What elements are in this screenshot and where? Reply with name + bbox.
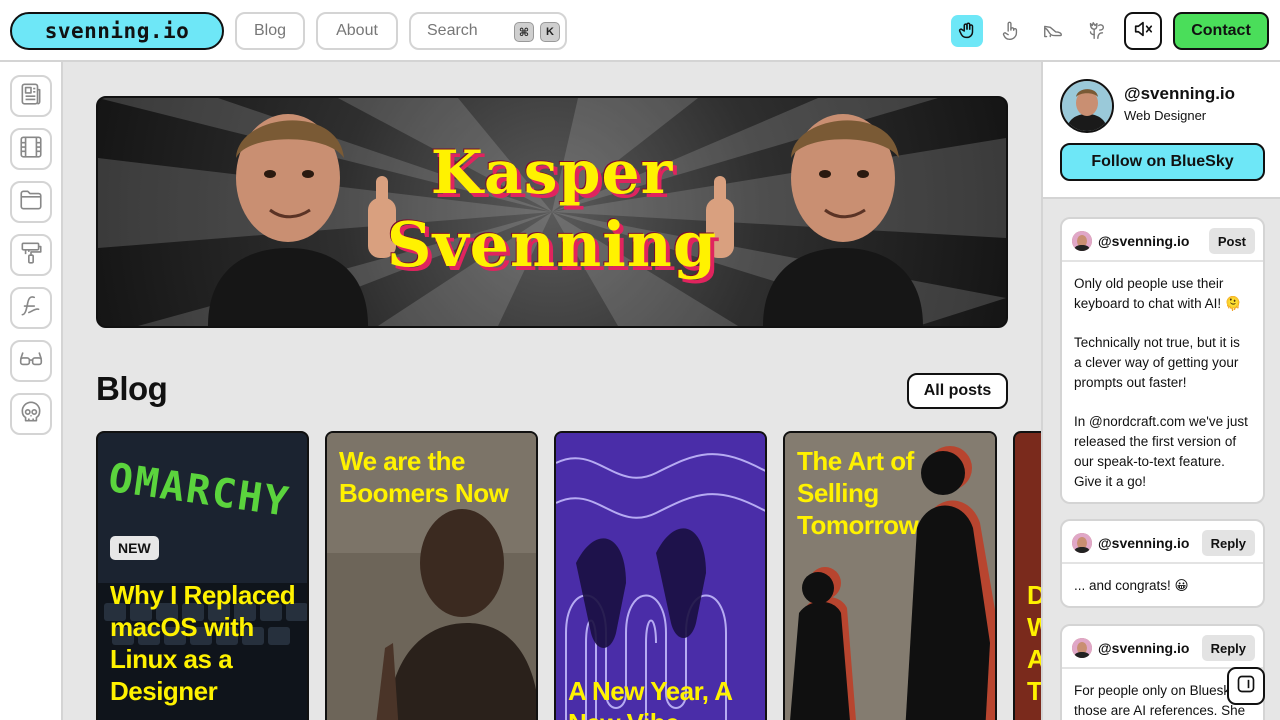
avatar — [1072, 638, 1092, 658]
blog-card[interactable]: D W A T — [1013, 431, 1041, 720]
speaker-muted-icon — [1132, 18, 1154, 45]
post-text: Only old people use their keyboard to ch… — [1062, 262, 1263, 502]
mute-button[interactable] — [1124, 12, 1162, 50]
blog-card[interactable]: We are the Boomers Now — [325, 431, 538, 720]
card-title: A New Year, A New Vibe — [568, 676, 732, 720]
post-header: @svenning.io Post — [1062, 219, 1263, 262]
newspaper-icon — [18, 81, 44, 112]
post-type-badge: Reply — [1201, 635, 1255, 661]
post-header: @svenning.io Reply — [1062, 626, 1263, 669]
sidebar-item-projects[interactable] — [10, 181, 52, 223]
blog-card[interactable]: A New Year, A New Vibe — [554, 431, 767, 720]
sidebar-item-writing[interactable] — [10, 287, 52, 329]
hero-banner: Kasper Svenning — [96, 96, 1008, 328]
glasses-icon — [18, 346, 44, 377]
post-paragraph: In @nordcraft.com we've just released th… — [1074, 414, 1248, 489]
sidebar-item-fun[interactable] — [10, 393, 52, 435]
all-posts-button[interactable]: All posts — [907, 373, 1008, 409]
shortcut-cmd-key: ⌘ — [514, 22, 534, 42]
post-paragraph: ... and congrats! 😀 — [1074, 578, 1189, 593]
card-title: The Art of Selling Tomorrow — [797, 446, 919, 540]
profile-header: @svenning.io Web Designer Follow on Blue… — [1043, 62, 1280, 199]
social-panel: @svenning.io Web Designer Follow on Blue… — [1041, 62, 1280, 720]
avatar — [1060, 79, 1114, 133]
social-post[interactable]: @svenning.io Reply ... and congrats! 😀 — [1060, 519, 1265, 608]
banner-title-line2: Svenning — [386, 208, 718, 281]
pointing-hand-icon[interactable] — [994, 15, 1026, 47]
avatar — [1072, 231, 1092, 251]
blog-section-title: Blog — [96, 370, 168, 407]
card-title: Why I Replaced macOS with Linux as a Des… — [110, 580, 296, 706]
blog-card[interactable]: The Art of Selling Tomorrow — [783, 431, 997, 720]
card-title: D W A T — [1027, 580, 1041, 706]
folder-icon — [18, 187, 44, 218]
social-post[interactable]: @svenning.io Post Only old people use th… — [1060, 217, 1265, 504]
nav-about-link[interactable]: About — [316, 12, 398, 50]
post-author[interactable]: @svenning.io — [1098, 535, 1189, 551]
new-badge: NEW — [110, 536, 159, 560]
post-paragraph: Technically not true, but it is a clever… — [1074, 335, 1240, 390]
panel-toggle-button[interactable] — [1227, 667, 1265, 705]
tulip-icon[interactable] — [1080, 15, 1112, 47]
profile-handle: @svenning.io — [1124, 84, 1236, 103]
follow-bluesky-button[interactable]: Follow on BlueSky — [1060, 143, 1265, 181]
post-text: ... and congrats! 😀 — [1062, 564, 1263, 606]
post-paragraph: For people only on Bluesky those are AI … — [1074, 683, 1246, 718]
top-bar: svenning.io Blog About Search ⌘ K Contac… — [0, 0, 1280, 62]
heel-shoe-icon[interactable] — [1037, 15, 1069, 47]
profile-role: Web Designer — [1124, 108, 1207, 123]
nav-blog-link[interactable]: Blog — [235, 12, 305, 50]
search-label: Search — [427, 22, 478, 39]
left-sidebar — [0, 62, 63, 720]
blog-card[interactable]: OMARCHY NEW Why I Replaced macOS with Li… — [96, 431, 309, 720]
sidebar-item-blog[interactable] — [10, 75, 52, 117]
avatar — [1072, 533, 1092, 553]
sidebar-item-reading[interactable] — [10, 340, 52, 382]
hand-cursor-icon[interactable] — [951, 15, 983, 47]
post-type-badge: Reply — [1201, 530, 1255, 556]
card-title: We are the Boomers Now — [339, 446, 509, 508]
skull-icon — [18, 399, 44, 430]
post-author[interactable]: @svenning.io — [1098, 233, 1189, 249]
film-icon — [18, 134, 44, 165]
shortcut-k-key: K — [540, 22, 560, 42]
sidebar-item-design[interactable] — [10, 234, 52, 276]
post-paragraph: Only old people use their keyboard to ch… — [1074, 276, 1242, 311]
post-type-badge: Post — [1208, 228, 1255, 254]
search-button[interactable]: Search ⌘ K — [409, 12, 567, 50]
sidebar-panel-icon — [1236, 674, 1256, 699]
sidebar-item-videos[interactable] — [10, 128, 52, 170]
banner-title-line1: Kasper — [430, 138, 674, 208]
signature-icon — [18, 293, 44, 324]
paint-roller-icon — [18, 240, 44, 271]
site-logo[interactable]: svenning.io — [10, 12, 224, 50]
post-author[interactable]: @svenning.io — [1098, 640, 1189, 656]
contact-button[interactable]: Contact — [1173, 12, 1269, 50]
post-header: @svenning.io Reply — [1062, 521, 1263, 564]
